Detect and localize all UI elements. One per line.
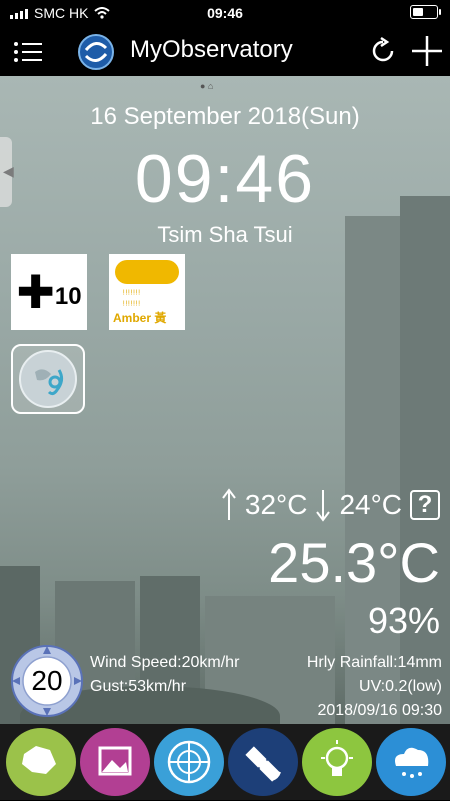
humidity-value: 93% — [367, 600, 440, 641]
temperature-range: 32°C 24°C ? — [221, 488, 440, 522]
current-temperature: 25.3°C — [268, 531, 440, 594]
date-label: 16 September 2018(Sun) — [90, 103, 360, 130]
hko-logo-icon — [78, 34, 114, 70]
clock-display: 09:46 — [134, 141, 316, 217]
menu-icon[interactable] — [14, 39, 42, 63]
arrow-down-icon — [316, 490, 331, 522]
rain-warning-label: Amber 黃 — [113, 311, 167, 325]
wind-gauge-value: 20 — [31, 665, 63, 696]
uv-index: UV:0.2(low) — [359, 678, 442, 695]
amber-rainstorm-icon[interactable]: ᵎᵎᵎᵎᵎᵎᵎ ᵎᵎᵎᵎᵎᵎᵎ Amber 黃 — [109, 254, 185, 330]
typhoon-map-icon[interactable] — [11, 344, 85, 414]
nav-bar: MyObservatory — [0, 26, 450, 76]
location-label[interactable]: Tsim Sha Tsui — [0, 222, 450, 248]
hourly-rainfall: Hrly Rainfall:14mm — [306, 654, 442, 671]
battery-icon — [410, 5, 441, 19]
wind-speed: Wind Speed:20km/hr — [90, 654, 240, 671]
gust-speed: Gust:53km/hr — [90, 678, 187, 695]
status-time: 09:46 — [207, 5, 243, 21]
temp-low: 24°C — [339, 489, 402, 520]
lightbulb-icon[interactable] — [302, 728, 372, 796]
map-icon[interactable] — [6, 728, 76, 796]
help-icon[interactable]: ? — [410, 490, 440, 520]
update-time: 2018/09/16 09:30 — [317, 702, 442, 719]
arrow-up-icon — [222, 488, 236, 520]
add-icon[interactable] — [410, 34, 444, 68]
bottom-dock — [0, 724, 450, 800]
refresh-icon[interactable] — [368, 36, 398, 66]
app-title: MyObservatory — [130, 36, 293, 63]
page-indicator: ● ⌂ — [200, 81, 214, 91]
photo-icon[interactable] — [80, 728, 150, 796]
status-bar: SMC HK 09:46 — [0, 0, 450, 26]
satellite-icon[interactable] — [228, 728, 298, 796]
rain-cloud-icon[interactable] — [376, 728, 446, 796]
radar-icon[interactable] — [154, 728, 224, 796]
temp-high: 32°C — [244, 489, 308, 520]
cold-warning-number: 10 — [54, 283, 82, 310]
cold-warning-icon[interactable]: ✚ 10 — [11, 254, 87, 330]
